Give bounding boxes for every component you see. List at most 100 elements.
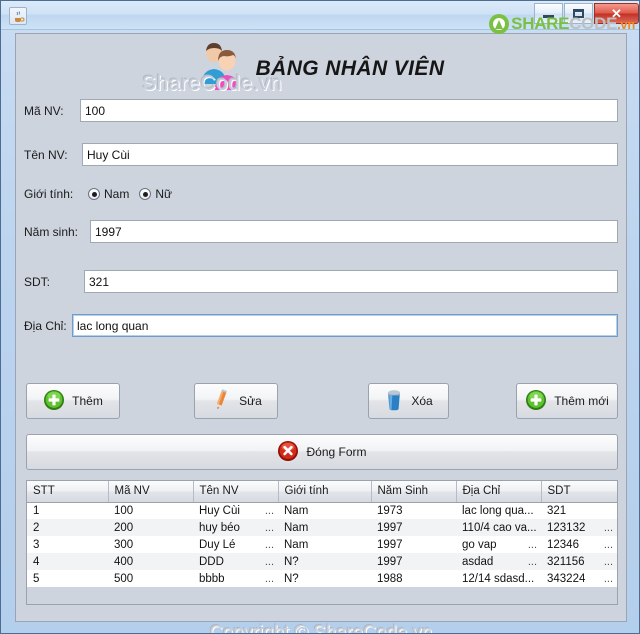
table-header-row: STT Mã NV Tên NV Giới tính Năm Sinh Địa … <box>27 481 617 503</box>
column-header-gioi-tinh[interactable]: Giới tính <box>278 481 372 503</box>
cell-ma-nv: 100 <box>108 502 193 519</box>
cell-ten-nv: huy béo... <box>193 519 278 536</box>
table-empty-area <box>27 587 617 604</box>
red-x-circle-icon <box>277 440 299 465</box>
ma-nv-input[interactable] <box>80 99 618 122</box>
cell-dia-chi: 110/4 cao va... <box>456 519 541 536</box>
radio-nu-label: Nữ <box>155 187 173 201</box>
cell-dia-chi: 12/14 sdasd... <box>456 570 541 587</box>
cell-ma-nv: 200 <box>108 519 193 536</box>
field-row-sdt: SDT: <box>24 270 620 293</box>
dong-form-button[interactable]: Đóng Form <box>26 434 618 470</box>
main-form-panel: BẢNG NHÂN VIÊN ShareCode.vn Mã NV: Tên N… <box>15 33 627 633</box>
field-row-gioi-tinh: Giới tính: Nam Nữ <box>24 187 172 201</box>
logo-text-share: SHARE <box>511 14 570 33</box>
cell-ten-nv: Huy Cùi... <box>193 502 278 519</box>
cell-dia-chi: lac long qua... <box>456 502 541 519</box>
column-header-ten-nv[interactable]: Tên NV <box>193 481 279 503</box>
label-gioi-tinh: Giới tính: <box>24 187 74 201</box>
form-header: BẢNG NHÂN VIÊN <box>16 40 626 97</box>
them-button[interactable]: Thêm <box>26 383 120 419</box>
them-moi-button[interactable]: Thêm mới <box>516 383 618 419</box>
cell-ma-nv: 500 <box>108 570 193 587</box>
sdt-input[interactable] <box>84 270 618 293</box>
employee-table-scrollpane[interactable]: STT Mã NV Tên NV Giới tính Năm Sinh Địa … <box>26 480 618 605</box>
application-window: ✕ SHARE CODE .vn BẢNG NHÂN VIÊN ShareCod… <box>0 0 640 634</box>
radio-nam-label: Nam <box>104 187 130 201</box>
column-header-stt[interactable]: STT <box>27 481 109 503</box>
sua-button[interactable]: Sửa <box>194 383 278 419</box>
cell-nam-sinh: 1997 <box>371 519 456 536</box>
field-row-dia-chi: Địa Chỉ: <box>24 314 620 337</box>
java-coffee-cup-icon <box>9 7 27 25</box>
cell-ma-nv: 300 <box>108 536 193 553</box>
logo-text-code: CODE <box>569 14 618 33</box>
dia-chi-input[interactable] <box>72 314 618 337</box>
cell-ten-nv: Duy Lé... <box>193 536 278 553</box>
cell-stt: 3 <box>27 536 108 553</box>
green-plus-circle-icon <box>43 389 65 414</box>
cell-sdt: 321156... <box>541 553 617 570</box>
cell-ma-nv: 400 <box>108 553 193 570</box>
logo-text-vn: .vn <box>617 16 635 32</box>
cell-gioi-tinh: Nam <box>278 536 371 553</box>
pencil-icon <box>210 388 232 415</box>
column-header-sdt[interactable]: SDT <box>541 481 617 503</box>
cell-stt: 4 <box>27 553 108 570</box>
table-header: STT Mã NV Tên NV Giới tính Năm Sinh Địa … <box>27 481 617 503</box>
cell-gioi-tinh: Nam <box>278 519 371 536</box>
field-row-ten-nv: Tên NV: <box>24 143 620 166</box>
cell-sdt: 123132... <box>541 519 617 536</box>
radio-nu-icon <box>139 188 152 200</box>
field-row-nam-sinh: Năm sinh: <box>24 220 620 243</box>
cell-nam-sinh: 1988 <box>371 570 456 587</box>
cell-nam-sinh: 1973 <box>371 502 456 519</box>
nam-sinh-input[interactable] <box>90 220 618 243</box>
cell-sdt: 321 <box>541 502 617 519</box>
table-row[interactable]: 3 300 Duy Lé... Nam 1997 go vap... 12346… <box>27 536 617 553</box>
cell-stt: 5 <box>27 570 108 587</box>
green-plus-circle-icon <box>525 389 547 414</box>
watermark-bottom: Copyright © ShareCode.vn <box>209 622 433 634</box>
cell-stt: 1 <box>27 502 108 519</box>
radio-nu[interactable]: Nữ <box>139 187 172 201</box>
table-row[interactable]: 1 100 Huy Cùi... Nam 1973 lac long qua..… <box>27 502 617 519</box>
radio-nam[interactable]: Nam <box>88 187 129 201</box>
cell-sdt: 12346... <box>541 536 617 553</box>
cell-gioi-tinh: N? <box>278 570 371 587</box>
cell-nam-sinh: 1997 <box>371 553 456 570</box>
cell-dia-chi: asdad... <box>456 553 541 570</box>
gender-radio-group: Nam Nữ <box>88 187 172 201</box>
employee-table: STT Mã NV Tên NV Giới tính Năm Sinh Địa … <box>27 481 617 587</box>
radio-nam-icon <box>88 188 100 200</box>
cell-ten-nv: DDD... <box>193 553 278 570</box>
page-title: BẢNG NHÂN VIÊN <box>255 56 445 80</box>
table-row[interactable]: 5 500 bbbb... N? 1988 12/14 sdasd... 343… <box>27 570 617 587</box>
column-header-nam-sinh[interactable]: Năm Sinh <box>371 481 457 503</box>
xoa-button-label: Xóa <box>411 394 433 408</box>
cell-gioi-tinh: Nam <box>278 502 371 519</box>
sharecode-leaf-icon <box>489 14 510 34</box>
two-people-icon <box>198 40 244 97</box>
label-dia-chi: Địa Chỉ: <box>24 318 67 333</box>
table-row[interactable]: 4 400 DDD... N? 1997 asdad... 321156... <box>27 553 617 570</box>
label-ma-nv: Mã NV: <box>24 103 64 118</box>
sua-button-label: Sửa <box>239 394 262 408</box>
cell-dia-chi: go vap... <box>456 536 541 553</box>
label-ten-nv: Tên NV: <box>24 147 68 162</box>
xoa-button[interactable]: Xóa <box>368 383 449 419</box>
dong-form-button-label: Đóng Form <box>306 445 367 459</box>
table-row[interactable]: 2 200 huy béo... Nam 1997 110/4 cao va..… <box>27 519 617 536</box>
table-body: 1 100 Huy Cùi... Nam 1973 lac long qua..… <box>27 502 617 587</box>
them-button-label: Thêm <box>72 394 103 408</box>
cell-stt: 2 <box>27 519 108 536</box>
column-header-ma-nv[interactable]: Mã NV <box>108 481 194 503</box>
field-row-ma-nv: Mã NV: <box>24 99 620 122</box>
cell-ten-nv: bbbb... <box>193 570 278 587</box>
blue-trash-can-icon <box>384 388 404 415</box>
sharecode-logo: SHARE CODE .vn <box>489 13 635 35</box>
ten-nv-input[interactable] <box>82 143 618 166</box>
cell-nam-sinh: 1997 <box>371 536 456 553</box>
cell-sdt: 343224... <box>541 570 617 587</box>
column-header-dia-chi[interactable]: Địa Chỉ <box>456 481 542 503</box>
